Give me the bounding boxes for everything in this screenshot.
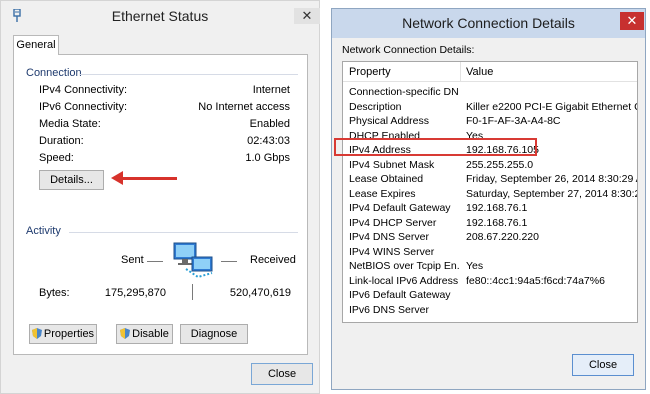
properties-button[interactable]: Properties [29,324,97,344]
row-property: Lease Obtained [349,173,424,185]
close-icon[interactable]: ✕ [294,8,320,24]
row-value: 192.168.76.1 [466,216,528,229]
bytes-received-value: 520,470,619 [229,287,291,299]
window-title: Network Connection Details [402,15,575,31]
connection-heading: Connection [26,67,82,79]
row-property: Description [349,100,402,113]
ipv6-connectivity-value: No Internet access [198,101,290,113]
ipv4-connectivity-value: Internet [252,84,290,96]
column-header-property[interactable]: Property [349,66,391,78]
title-bar[interactable]: Ethernet Status [1,1,319,31]
row-property: Connection-specific DN... [349,86,459,98]
row-property: Link-local IPv6 Address [349,274,459,287]
row-value: Saturday, September 27, 2014 8:30:29 AI [466,187,637,200]
duration-label: Duration: [39,135,84,147]
ipv4-connectivity-label: IPv4 Connectivity: [39,84,128,96]
speed-value: 1.0 Gbps [245,152,290,164]
row-value: Yes [466,260,484,272]
diagnose-button[interactable]: Diagnose [180,324,248,344]
row-property: Lease Expires [349,187,416,200]
ethernet-status-window: Ethernet Status ✕ General Connection IPv… [0,0,320,394]
ipv4-address-highlight-box [334,138,537,156]
disable-button[interactable]: Disable [116,324,173,344]
list-header: Property Value [343,62,637,82]
shield-icon [31,328,42,339]
network-computers-icon [173,242,213,279]
received-dash [221,261,237,262]
row-property: IPv4 WINS Server [349,245,435,258]
column-separator[interactable] [460,62,461,81]
sent-dash [147,261,163,262]
shield-icon [120,328,131,339]
row-value: Killer e2200 PCI-E Gigabit Ethernet Cont… [466,100,637,113]
row-property: IPv6 DNS Server [349,303,429,316]
row-value: 255.255.255.0 [466,158,534,171]
details-list[interactable]: Property Value Connection-specific DN...… [342,61,638,323]
row-property: IPv4 DNS Server [349,231,429,243]
close-button[interactable]: Close [572,354,634,376]
row-value: 208.67.220.220 [466,231,539,243]
media-state-label: Media State: [39,118,101,130]
window-title: Ethernet Status [111,8,209,24]
close-icon[interactable]: ✕ [620,12,644,30]
details-button[interactable]: Details... [39,170,104,190]
connection-divider [80,74,298,75]
row-property: IPv6 Default Gateway [349,289,451,301]
received-label: Received [250,254,296,266]
row-value: fe80::4cc1:94a5:f6cd:74a7%6 [466,274,605,287]
close-button[interactable]: Close [251,363,313,385]
tab-general[interactable]: General [13,35,59,55]
row-property: NetBIOS over Tcpip En... [349,260,459,272]
annotation-arrow-head [111,171,123,185]
ipv6-connectivity-label: IPv6 Connectivity: [39,101,128,113]
disable-label: Disable [132,328,169,340]
row-value: Friday, September 26, 2014 8:30:29 AM [466,173,638,185]
row-value: F0-1F-AF-3A-A4-8C [466,115,561,127]
title-bar[interactable]: Network Connection Details [332,9,645,38]
row-value: 192.168.76.1 [466,202,528,214]
network-connection-details-window: Network Connection Details ✕ Network Con… [331,8,646,390]
activity-divider [69,232,298,233]
row-property: IPv4 Subnet Mask [349,158,435,171]
column-header-value[interactable]: Value [466,66,493,78]
media-state-value: Enabled [249,118,290,130]
row-property: Physical Address [349,115,429,127]
activity-heading: Activity [26,225,61,237]
row-property: IPv4 Default Gateway [349,202,451,214]
sent-label: Sent [121,254,144,266]
general-panel: Connection IPv4 Connectivity: Internet I… [13,54,308,355]
row-property: IPv4 DHCP Server [349,216,437,229]
speed-label: Speed: [39,152,74,164]
properties-label: Properties [43,328,95,340]
section-label: Network Connection Details: [342,44,475,56]
annotation-arrow-shaft [122,177,177,180]
duration-value: 02:43:03 [247,135,290,147]
